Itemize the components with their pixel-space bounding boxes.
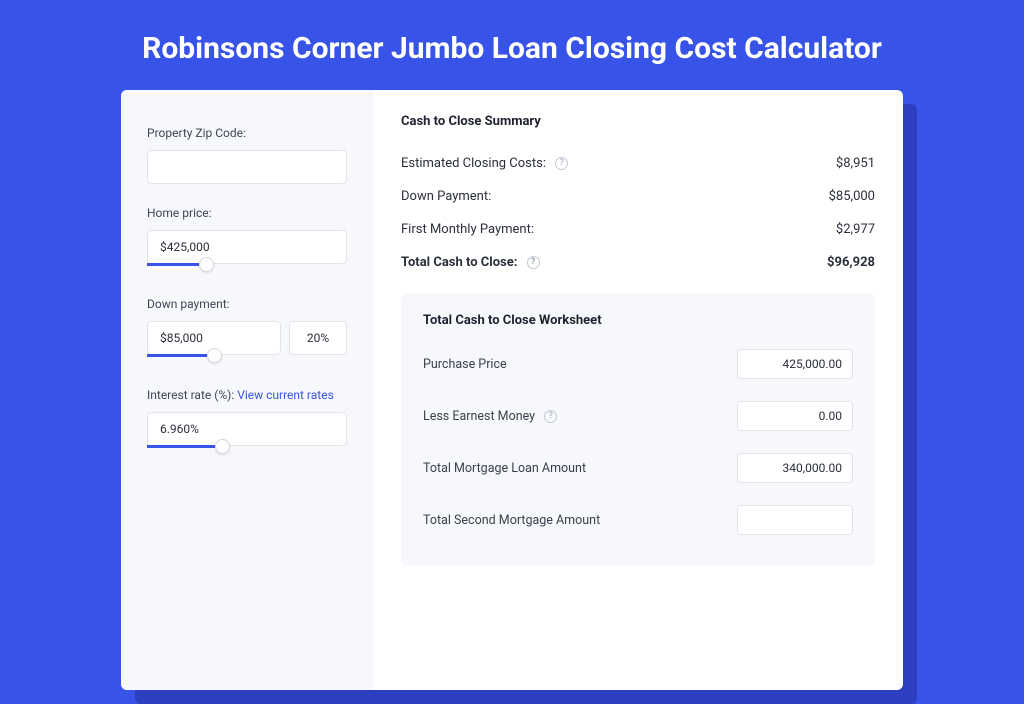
summary-value: $2,977 [836, 222, 875, 237]
help-icon[interactable]: ? [555, 157, 568, 170]
summary-row-closing: Estimated Closing Costs: ? $8,951 [401, 147, 875, 180]
down-fill [147, 354, 207, 357]
zip-field: Property Zip Code: [147, 126, 347, 184]
price-fill [147, 263, 199, 266]
down-track [147, 354, 347, 357]
help-icon[interactable]: ? [544, 410, 557, 423]
down-pct-input[interactable] [289, 321, 347, 355]
summary-row-down: Down Payment: $85,000 [401, 180, 875, 213]
ws-label: Less Earnest Money [423, 409, 535, 424]
results-panel: Cash to Close Summary Estimated Closing … [373, 90, 903, 690]
rate-label: Interest rate (%): [147, 388, 234, 402]
ws-row-loan-amount: Total Mortgage Loan Amount 340,000.00 [423, 442, 853, 494]
rate-track [147, 445, 347, 448]
ws-label: Purchase Price [423, 357, 507, 372]
zip-label: Property Zip Code: [147, 126, 347, 140]
rate-input[interactable] [147, 412, 347, 446]
ws-label: Total Second Mortgage Amount [423, 513, 600, 528]
summary-title: Cash to Close Summary [401, 114, 875, 129]
summary-label: Down Payment: [401, 189, 491, 204]
ws-value[interactable]: 340,000.00 [737, 453, 853, 483]
down-thumb[interactable] [207, 348, 222, 363]
ws-value[interactable] [737, 505, 853, 535]
page-title: Robinsons Corner Jumbo Loan Closing Cost… [0, 0, 1024, 90]
rate-field: Interest rate (%): View current rates [147, 388, 347, 457]
price-field: Home price: [147, 206, 347, 275]
ws-row-earnest: Less Earnest Money ? 0.00 [423, 390, 853, 442]
summary-label: First Monthly Payment: [401, 222, 534, 237]
ws-label: Total Mortgage Loan Amount [423, 461, 586, 476]
down-field: Down payment: [147, 297, 347, 366]
inputs-panel: Property Zip Code: Home price: Down paym… [121, 90, 373, 690]
summary-value: $85,000 [829, 189, 875, 204]
rate-label-row: Interest rate (%): View current rates [147, 388, 347, 402]
worksheet-panel: Total Cash to Close Worksheet Purchase P… [401, 293, 875, 566]
summary-value: $8,951 [836, 156, 875, 171]
summary-row-first-payment: First Monthly Payment: $2,977 [401, 213, 875, 246]
summary-total-value: $96,928 [827, 255, 875, 270]
down-slider[interactable] [147, 354, 347, 366]
price-thumb[interactable] [199, 257, 214, 272]
down-label: Down payment: [147, 297, 347, 311]
calculator-card: Property Zip Code: Home price: Down paym… [121, 90, 903, 690]
summary-row-total: Total Cash to Close: ? $96,928 [401, 246, 875, 279]
ws-value[interactable]: 0.00 [737, 401, 853, 431]
ws-value[interactable]: 425,000.00 [737, 349, 853, 379]
card-shadow: Property Zip Code: Home price: Down paym… [121, 90, 903, 690]
price-label: Home price: [147, 206, 347, 220]
rate-fill [147, 445, 215, 448]
price-track [147, 263, 347, 266]
worksheet-title: Total Cash to Close Worksheet [423, 313, 853, 328]
help-icon[interactable]: ? [527, 256, 540, 269]
rate-slider[interactable] [147, 445, 347, 457]
summary-total-label: Total Cash to Close: [401, 255, 517, 270]
ws-row-second-mortgage: Total Second Mortgage Amount [423, 494, 853, 546]
zip-input[interactable] [147, 150, 347, 184]
rate-thumb[interactable] [215, 439, 230, 454]
price-input[interactable] [147, 230, 347, 264]
price-slider[interactable] [147, 263, 347, 275]
summary-label: Estimated Closing Costs: [401, 156, 546, 171]
view-rates-link[interactable]: View current rates [237, 388, 334, 402]
ws-row-purchase: Purchase Price 425,000.00 [423, 338, 853, 390]
